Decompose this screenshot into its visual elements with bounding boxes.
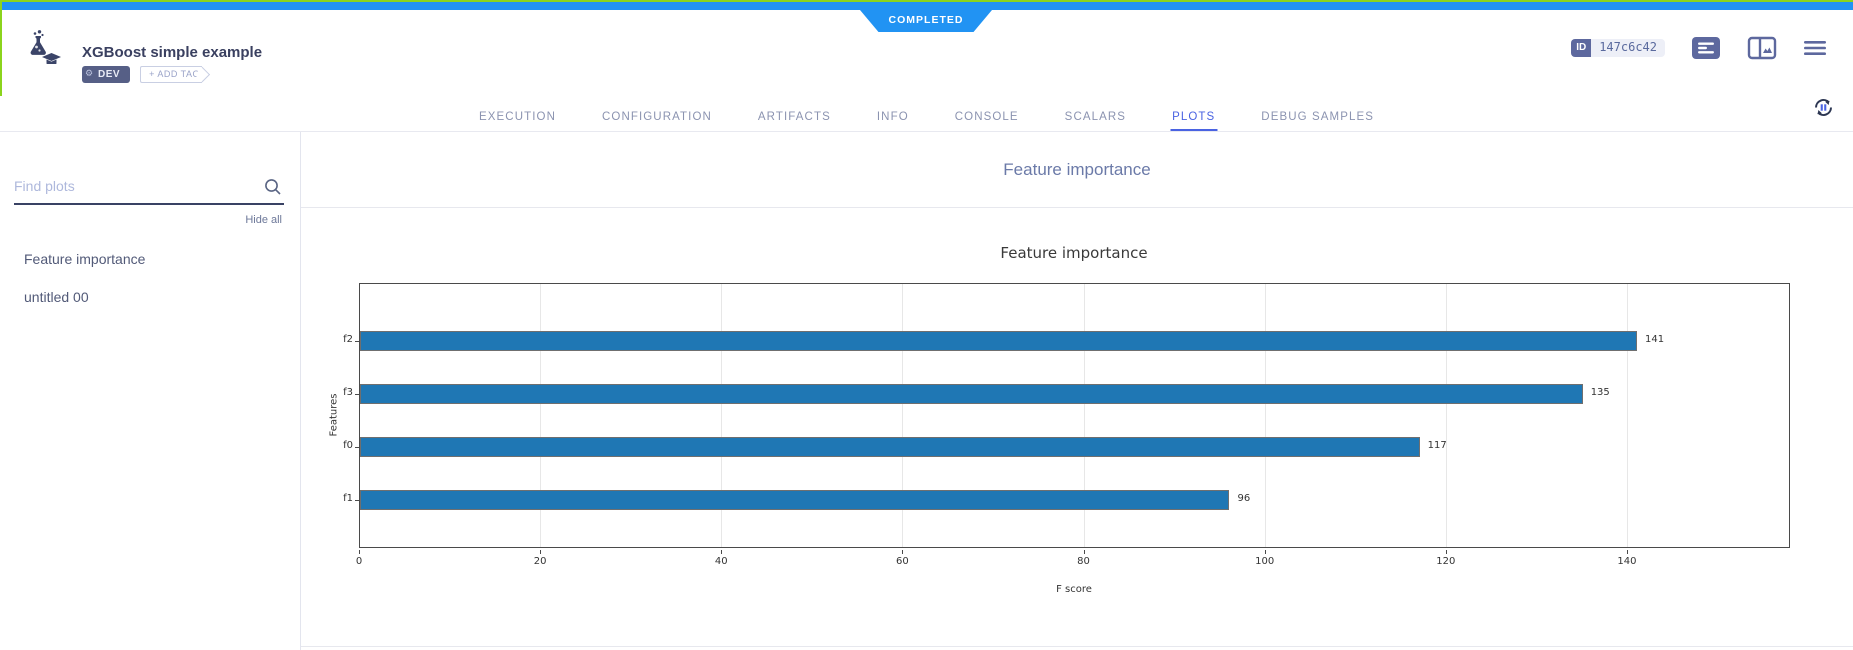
plot-list-item-feature-importance[interactable]: Feature importance <box>0 240 300 278</box>
left-accent-strip <box>0 2 2 96</box>
experiment-id-chip[interactable]: ID 147c6c42 <box>1571 39 1665 57</box>
plot-list: Feature importance untitled 00 <box>0 240 300 316</box>
x-axis-label: F score <box>1056 584 1092 595</box>
y-axis-label: Features <box>329 394 340 437</box>
experiment-logo-icon <box>22 30 62 69</box>
tab-console[interactable]: CONSOLE <box>953 102 1021 131</box>
app-window: COMPLETED XGBoost simple example ⚙ DEV +… <box>0 0 1853 650</box>
main-body: Hide all Feature importance untitled 00 … <box>0 132 1853 650</box>
x-tick-mark <box>1265 550 1266 554</box>
x-tick-mark <box>721 550 722 554</box>
auto-refresh-icon[interactable] <box>1812 96 1835 124</box>
add-tag-label: + ADD TAG <box>149 69 200 79</box>
tab-plots[interactable]: PLOTS <box>1170 102 1217 131</box>
search-input[interactable] <box>14 178 258 194</box>
tab-execution[interactable]: EXECUTION <box>477 102 558 131</box>
x-tick-mark <box>1627 550 1628 554</box>
tab-scalars[interactable]: SCALARS <box>1063 102 1128 131</box>
tab-configuration[interactable]: CONFIGURATION <box>600 102 714 131</box>
bottom-divider <box>301 646 1853 647</box>
menu-icon[interactable] <box>1803 38 1827 58</box>
split-view-chart-icon[interactable] <box>1747 36 1777 60</box>
dev-tag-label: DEV <box>98 69 120 80</box>
status-badge: COMPLETED <box>860 10 992 32</box>
x-tick-label: 140 <box>1612 556 1642 567</box>
x-tick-label: 0 <box>344 556 374 567</box>
header-controls: ID 147c6c42 <box>1571 36 1827 60</box>
experiment-title: XGBoost simple example <box>82 44 262 61</box>
tab-artifacts[interactable]: ARTIFACTS <box>756 102 833 131</box>
y-tick-label: f2 <box>309 334 353 345</box>
add-tag-button[interactable]: + ADD TAG <box>140 66 202 83</box>
x-tick-mark <box>902 550 903 554</box>
x-tick-label: 40 <box>706 556 736 567</box>
chart-title: Feature importance <box>1000 244 1147 262</box>
y-tick-label: f0 <box>309 440 353 451</box>
tags-row: ⚙ DEV + ADD TAG <box>82 66 202 83</box>
id-badge-icon: ID <box>1571 39 1591 57</box>
experiment-id-value: 147c6c42 <box>1591 39 1665 57</box>
gear-icon: ⚙ <box>85 66 94 83</box>
plots-content: Feature importance Feature importance 02… <box>301 132 1853 650</box>
search-icon[interactable] <box>264 178 282 201</box>
x-tick-mark <box>1084 550 1085 554</box>
tab-debug-samples[interactable]: DEBUG SAMPLES <box>1259 102 1376 131</box>
plots-sidebar: Hide all Feature importance untitled 00 <box>0 132 301 650</box>
x-tick-label: 80 <box>1069 556 1099 567</box>
hide-all-link[interactable]: Hide all <box>0 214 282 226</box>
feature-importance-chart: Feature importance 020406080100120140f21… <box>301 132 1853 650</box>
x-tick-label: 60 <box>887 556 917 567</box>
dev-tag[interactable]: ⚙ DEV <box>82 66 130 83</box>
details-view-icon[interactable] <box>1691 36 1721 60</box>
x-tick-label: 120 <box>1431 556 1461 567</box>
top-accent-strip <box>0 0 1853 2</box>
x-tick-label: 100 <box>1250 556 1280 567</box>
top-status-bar <box>0 2 1853 10</box>
y-tick-label: f1 <box>309 493 353 504</box>
plot-frame <box>359 283 1790 548</box>
x-tick-label: 20 <box>525 556 555 567</box>
x-tick-mark <box>540 550 541 554</box>
plot-list-item-untitled-00[interactable]: untitled 00 <box>0 278 300 316</box>
x-tick-mark <box>359 550 360 554</box>
x-tick-mark <box>1446 550 1447 554</box>
tab-info[interactable]: INFO <box>875 102 911 131</box>
tab-bar: EXECUTION CONFIGURATION ARTIFACTS INFO C… <box>456 102 1397 131</box>
plot-search <box>14 178 284 205</box>
